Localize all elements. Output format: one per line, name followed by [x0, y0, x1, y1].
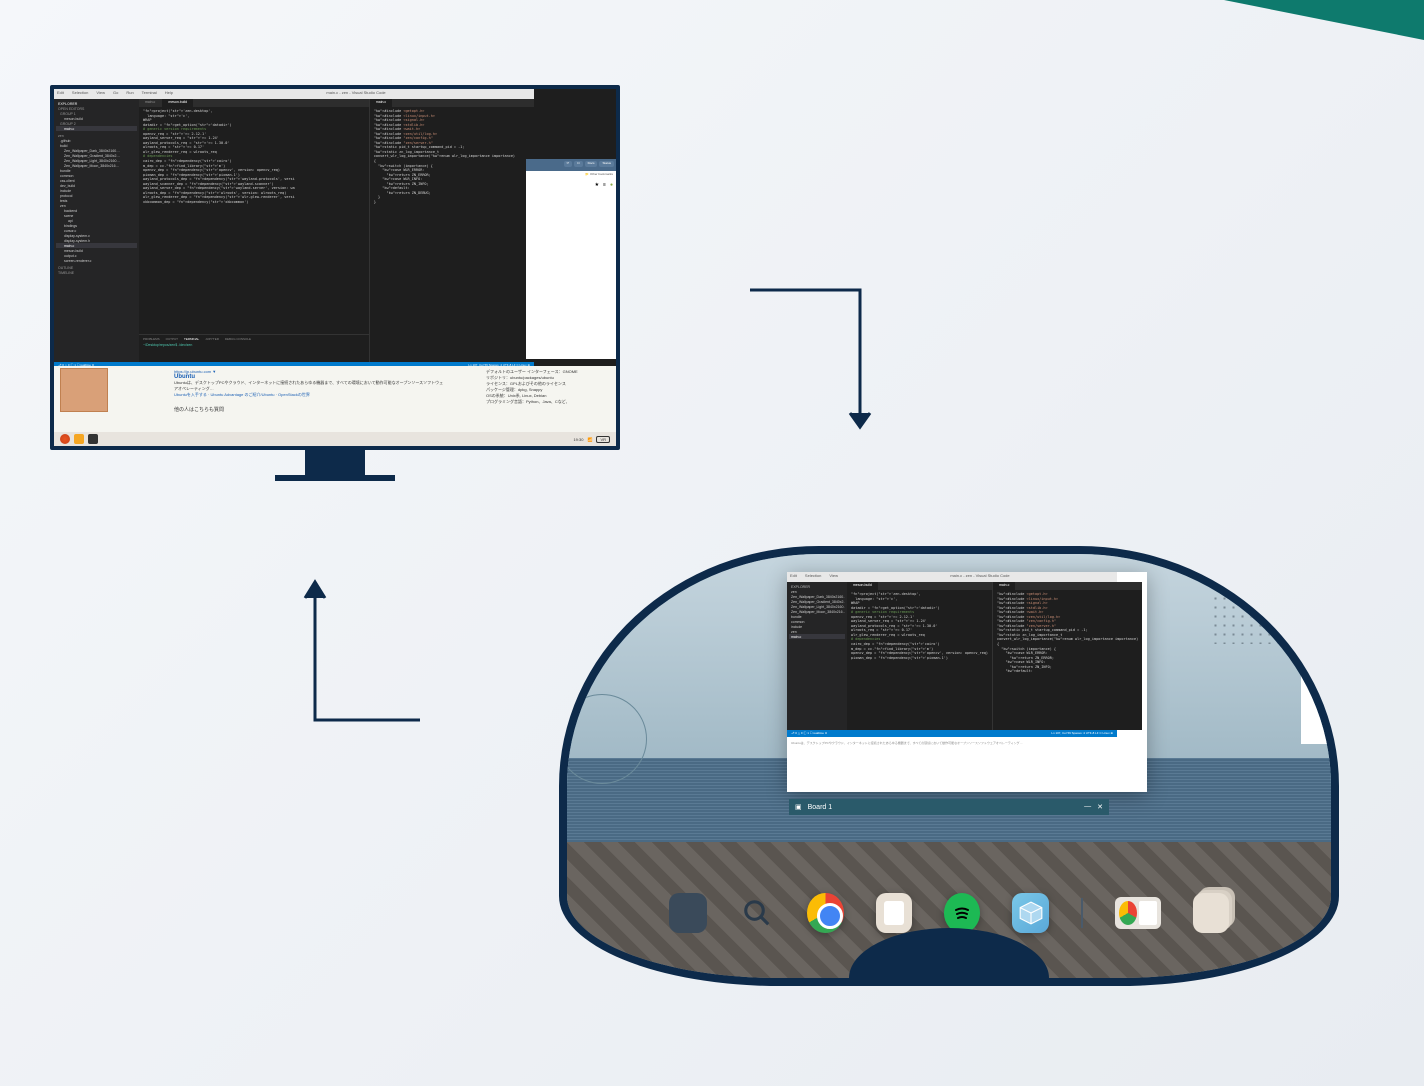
menu-edit[interactable]: Edit	[57, 90, 64, 98]
menu-view[interactable]: View	[96, 90, 105, 98]
info-lang: プログラミング言語：Python、Java、Cなど、	[486, 399, 606, 405]
files-icon[interactable]	[876, 893, 912, 933]
window-title: main.c - zen - Visual Studio Code	[326, 90, 385, 98]
bookmarks-icon: 📁	[585, 172, 589, 176]
tab-main-c-right[interactable]: main.c	[370, 99, 392, 107]
running-app-icon[interactable]	[1139, 901, 1157, 925]
arrow-monitor-to-vr	[745, 285, 875, 445]
terminal-tab-debug[interactable]: DEBUG CONSOLE	[225, 337, 251, 341]
monitor-base	[275, 475, 395, 481]
tab-main-c[interactable]: main.c	[139, 99, 161, 107]
windows-stack-icon[interactable]	[1193, 893, 1229, 933]
result-desc: Ubuntuは、デスクトップPCやクラウド、インターネットに接続されたあらゆる機…	[174, 380, 446, 392]
monitor-stand	[305, 450, 365, 475]
arrow-vr-to-monitor	[300, 570, 430, 730]
menu-icon[interactable]: ≡	[603, 182, 606, 188]
app-icon[interactable]	[74, 434, 84, 444]
terminal-tab-problems[interactable]: PROBLEMS	[143, 337, 160, 341]
vr-browser-window[interactable]	[1301, 614, 1339, 744]
terminal-panel[interactable]: PROBLEMS OUTPUT TERMINAL JUPYTER DEBUG C…	[139, 334, 369, 362]
vr-vscode-statusbar[interactable]: ⎇ 0 △ 0 ⓘ 1 ☐ realtime ⊙ Ln 107, Col 59 …	[787, 730, 1117, 737]
menu-terminal[interactable]: Terminal	[142, 90, 157, 98]
vr-board-titlebar[interactable]: ▣ Board 1 — ✕	[789, 799, 1109, 815]
browser-btn[interactable]: ⊡	[574, 161, 583, 167]
terminal-icon[interactable]	[88, 434, 98, 444]
vr-editor-right[interactable]: "kw">#include <getopt.h>"kw">#include <l…	[993, 590, 1142, 730]
editor-left[interactable]: "fn">project("str">'zen-desktop', langua…	[139, 107, 369, 334]
tab-meson-build[interactable]: meson.build	[162, 99, 193, 107]
ubuntu-icon[interactable]	[60, 434, 70, 444]
browser-btn-docs[interactable]: Docs	[585, 161, 598, 167]
editor-tabs-right: main.c	[370, 99, 534, 107]
page-accent	[1024, 0, 1424, 40]
editor-tabs-left: main.c meson.build	[139, 99, 369, 107]
browser-btn-status[interactable]: Status	[599, 161, 614, 167]
vscode-window[interactable]: Edit Selection View Go Run Terminal Help…	[54, 89, 534, 369]
dock-tray[interactable]	[1115, 897, 1161, 929]
vr-badge[interactable]: VR	[596, 436, 610, 443]
vr-editor-left[interactable]: "fn">project("str">'zen-desktop', langua…	[847, 590, 992, 730]
terminal-tab-jupyter[interactable]: JUPYTER	[205, 337, 219, 341]
browser-btn[interactable]: ⟳	[564, 161, 573, 167]
desktop-content: https://jp.ubuntu.com ▼ Ubuntu Ubuntuは、デ…	[54, 366, 616, 446]
board-icon: ▣	[795, 803, 802, 811]
vscode-sidebar[interactable]: EXPLORER OPEN EDITORS GROUP 1 meson.buil…	[54, 99, 139, 362]
menu-go[interactable]: Go	[113, 90, 118, 98]
board-title: Board 1	[808, 804, 833, 811]
vr-vscode-titlebar[interactable]: Edit Selection View main.c - zen - Visua…	[787, 572, 1117, 582]
monitor-screen: Edit Selection View Go Run Terminal Help…	[50, 85, 620, 450]
bookmark-bar[interactable]: 📁 Other bookmarks	[526, 171, 616, 179]
sidebar-timeline[interactable]: TIMELINE	[56, 270, 137, 275]
chrome-running-icon[interactable]	[1119, 901, 1137, 925]
app-launcher-icon[interactable]	[669, 893, 707, 933]
vscode-titlebar[interactable]: Edit Selection View Go Run Terminal Help…	[54, 89, 534, 99]
terminal-tab-terminal[interactable]: TERMINAL	[184, 337, 199, 341]
vr-boundary-circle	[559, 694, 647, 784]
vr-dock	[669, 886, 1229, 940]
vr-vscode-window[interactable]: Edit Selection View main.c - zen - Visua…	[787, 572, 1117, 737]
dock-divider	[1081, 898, 1083, 928]
vr-browser-content: Ubuntuは、デスクトップPCやクラウド、インターネットに接続されたあらゆる機…	[787, 737, 1147, 787]
desktop-monitor: Edit Selection View Go Run Terminal Help…	[50, 85, 620, 475]
spotify-icon[interactable]	[944, 893, 980, 933]
terminal-tab-output[interactable]: OUTPUT	[166, 337, 178, 341]
close-icon[interactable]: ✕	[1097, 803, 1103, 811]
search-icon[interactable]	[739, 893, 775, 933]
tray-icon[interactable]: 📶	[587, 437, 592, 442]
minimize-icon[interactable]: —	[1084, 803, 1091, 811]
thumbnail-icon	[60, 368, 108, 412]
menu-help[interactable]: Help	[165, 90, 173, 98]
file-item-active[interactable]: main.c	[56, 126, 137, 131]
vr-vscode-sidebar[interactable]: EXPLORER zen Zen_Wallpaper_Dark_3840x216…	[787, 582, 847, 730]
browser-window[interactable]: ⟳ ⊡ Docs Status 📁 Other bookmarks ★ ≡ ●	[526, 159, 616, 359]
vr-headset-view: Edit Selection View main.c - zen - Visua…	[559, 546, 1339, 986]
menu-run[interactable]: Run	[126, 90, 133, 98]
taskbar: 19:30 📶 VR	[54, 432, 616, 446]
browser-icons: ★ ≡ ●	[526, 179, 616, 191]
browser-toolbar: ⟳ ⊡ Docs Status	[526, 159, 616, 171]
menu-selection[interactable]: Selection	[72, 90, 88, 98]
vr-dot-grid	[1211, 594, 1291, 644]
clock[interactable]: 19:30	[573, 437, 583, 442]
3d-box-icon[interactable]	[1012, 893, 1048, 933]
people-also-ask[interactable]: 他の人はこちらも質問	[174, 406, 446, 413]
avatar-icon[interactable]: ●	[610, 182, 613, 188]
star-icon[interactable]: ★	[595, 182, 599, 188]
vr-floating-window[interactable]: Edit Selection View main.c - zen - Visua…	[787, 572, 1147, 792]
editor-right[interactable]: "kw">#include <getopt.h>"kw">#include <l…	[370, 107, 534, 362]
result-links[interactable]: Ubuntuを入手する · Ubuntu Advantage のご紹介/Ubun…	[174, 392, 446, 398]
terminal-prompt[interactable]: ~/Desktop/repos/zen$ ./dev/zen	[143, 343, 365, 347]
file-screen-renderer[interactable]: screen-renderer.c	[56, 258, 137, 263]
chrome-icon[interactable]	[807, 893, 843, 933]
